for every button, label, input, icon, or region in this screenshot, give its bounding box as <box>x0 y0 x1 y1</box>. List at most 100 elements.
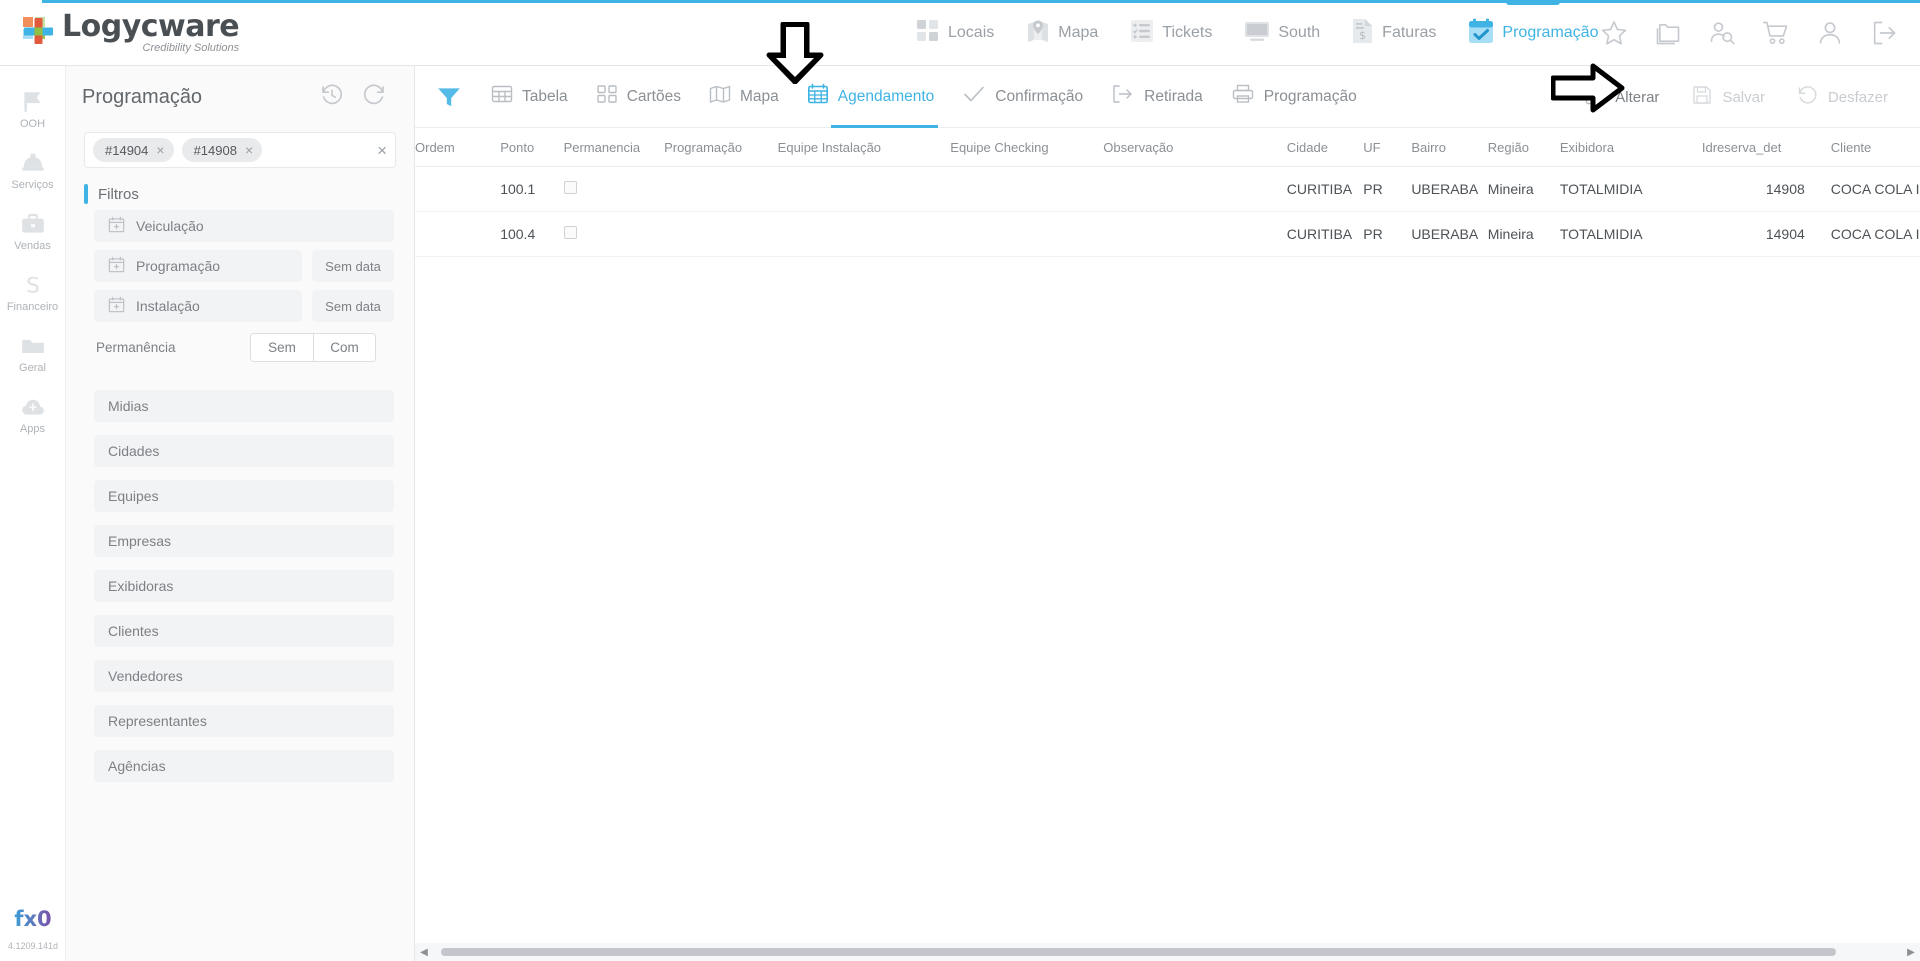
view-toolbar: Tabela Cartões Mapa Agendamento Confirma… <box>415 66 1920 128</box>
col-regiao[interactable]: Região <box>1487 128 1560 167</box>
topnav-item-faturas[interactable]: $ Faturas <box>1336 0 1452 66</box>
tab-cartoes[interactable]: Cartões <box>582 66 695 128</box>
accordion-item-empresas[interactable]: Empresas <box>94 525 394 557</box>
col-cliente[interactable]: Cliente <box>1830 128 1920 167</box>
col-ordem[interactable]: Ordem <box>415 128 501 167</box>
topnav-label: Faturas <box>1382 24 1437 41</box>
cell-cidade: CURITIBA <box>1286 166 1364 212</box>
permanencia-option-sem[interactable]: Sem <box>251 333 313 361</box>
refresh-icon[interactable] <box>362 83 386 112</box>
scroll-right-arrow-icon[interactable]: ▶ <box>1902 947 1920 958</box>
scrollbar-thumb[interactable] <box>441 948 1836 956</box>
col-equipe-checking[interactable]: Equipe Checking <box>950 128 1104 167</box>
filter-veiculacao[interactable]: Veiculação <box>94 210 394 242</box>
funnel-icon[interactable] <box>429 77 469 117</box>
main-content: Tabela Cartões Mapa Agendamento Confirma… <box>415 66 1920 961</box>
cell-equipe-instalacao <box>777 166 951 212</box>
col-idreserva-det[interactable]: Idreserva_det <box>1701 128 1831 167</box>
accordion-item-midias[interactable]: Midias <box>94 390 394 422</box>
tab-label: Mapa <box>739 87 779 105</box>
rail-label: OOH <box>19 118 46 130</box>
tab-retirada[interactable]: Retirada <box>1097 66 1217 128</box>
tab-tabela[interactable]: Tabela <box>477 66 582 128</box>
col-exibidora[interactable]: Exibidora <box>1559 128 1702 167</box>
horizontal-scrollbar[interactable]: ◀ ▶ <box>415 943 1920 961</box>
filter-instalacao[interactable]: Instalação <box>94 290 302 322</box>
accordion-item-equipes[interactable]: Equipes <box>94 480 394 512</box>
selected-chips-bar[interactable]: #14904 × #14908 × × <box>84 132 396 168</box>
action-label: Salvar <box>1722 88 1765 106</box>
chip-14904[interactable]: #14904 × <box>93 138 174 162</box>
filter-programacao[interactable]: Programação <box>94 250 302 282</box>
table-scroll-container: Ordem Ponto Permanencia Programação Equi… <box>415 128 1920 961</box>
permanencia-checkbox[interactable] <box>563 226 577 239</box>
filter-programacao-date[interactable]: Sem data <box>312 250 394 282</box>
printer-icon <box>1231 83 1255 110</box>
cell-uf: PR <box>1363 166 1412 212</box>
col-bairro[interactable]: Bairro <box>1411 128 1488 167</box>
fx0-logo-icon: fx0 <box>12 904 54 937</box>
favorites-star-icon[interactable] <box>1592 11 1636 55</box>
app-version: 4.1209.141d <box>7 941 59 951</box>
shopping-cart-icon[interactable] <box>1754 11 1798 55</box>
accordion-item-cidades[interactable]: Cidades <box>94 435 394 467</box>
accordion-item-representantes[interactable]: Representantes <box>94 705 394 737</box>
map-pin-icon <box>1026 19 1050 48</box>
col-observacao[interactable]: Observação <box>1103 128 1287 167</box>
rail-item-apps[interactable]: Apps <box>0 385 66 446</box>
desfazer-button[interactable]: Desfazer <box>1783 77 1902 117</box>
tab-confirmacao[interactable]: Confirmação <box>948 66 1097 128</box>
topnav-item-tickets[interactable]: Tickets <box>1114 0 1228 66</box>
accordion-item-clientes[interactable]: Clientes <box>94 615 394 647</box>
cell-regiao: Mineira <box>1487 166 1560 212</box>
cell-cidade: CURITIBA <box>1286 211 1364 257</box>
checklist-icon <box>1130 19 1154 48</box>
table-icon <box>491 83 513 110</box>
col-permanencia[interactable]: Permanencia <box>563 128 665 167</box>
cell-idreserva-det: 14908 <box>1701 166 1831 212</box>
col-equipe-instalacao[interactable]: Equipe Instalação <box>777 128 951 167</box>
accordion-item-exibidoras[interactable]: Exibidoras <box>94 570 394 602</box>
table-row[interactable]: 100.1 CURITIBA PR UBERABA Mineira TOTALM… <box>415 166 1920 212</box>
topnav-item-south[interactable]: South <box>1228 0 1336 66</box>
col-cidade[interactable]: Cidade <box>1286 128 1364 167</box>
permanencia-option-com[interactable]: Com <box>313 333 375 361</box>
history-clock-icon[interactable] <box>320 83 344 112</box>
accordion-item-vendedores[interactable]: Vendedores <box>94 660 394 692</box>
scroll-left-arrow-icon[interactable]: ◀ <box>415 947 433 958</box>
calendar-plus-icon <box>108 256 125 276</box>
chip-remove-icon[interactable]: × <box>245 143 253 157</box>
topnav-item-mapa[interactable]: Mapa <box>1010 0 1114 66</box>
logout-icon[interactable] <box>1862 11 1906 55</box>
panel-title: Programação <box>82 85 203 108</box>
tab-programacao[interactable]: Programação <box>1217 66 1371 128</box>
topnav-item-programacao[interactable]: Programação <box>1452 0 1614 66</box>
chip-remove-icon[interactable]: × <box>156 143 164 157</box>
table-row[interactable]: 100.4 CURITIBA PR UBERABA Mineira TOTALM… <box>415 211 1920 257</box>
salvar-button[interactable]: Salvar <box>1677 77 1779 117</box>
topnav-item-locais[interactable]: Locais <box>900 0 1010 66</box>
col-programacao[interactable]: Programação <box>664 128 778 167</box>
accordion-item-agencias[interactable]: Agências <box>94 750 394 782</box>
user-account-icon[interactable] <box>1808 11 1852 55</box>
permanencia-checkbox[interactable] <box>563 181 577 194</box>
rail-item-vendas[interactable]: Vendas <box>0 202 66 263</box>
rail-item-ooh[interactable]: OOH <box>0 80 66 141</box>
right-arrow-annotation <box>1550 62 1625 119</box>
filters-section-header: Filtros <box>84 184 414 204</box>
col-uf[interactable]: UF <box>1363 128 1412 167</box>
filter-instalacao-date[interactable]: Sem data <box>312 290 394 322</box>
briefcase-icon <box>19 211 47 237</box>
col-ponto[interactable]: Ponto <box>500 128 564 167</box>
rail-item-servicos[interactable]: Serviços <box>0 141 66 202</box>
folders-icon[interactable] <box>1646 11 1690 55</box>
tab-label: Cartões <box>626 87 681 105</box>
scrollbar-track[interactable] <box>433 943 1902 961</box>
rail-item-financeiro[interactable]: S Financeiro <box>0 263 66 324</box>
cell-uf: PR <box>1363 211 1412 257</box>
user-search-icon[interactable] <box>1700 11 1744 55</box>
app-logo[interactable]: Logycware Credibility Solutions <box>0 0 240 66</box>
chip-14908[interactable]: #14908 × <box>181 138 263 162</box>
clear-all-chips-icon[interactable]: × <box>377 142 387 159</box>
rail-item-geral[interactable]: Geral <box>0 324 66 385</box>
